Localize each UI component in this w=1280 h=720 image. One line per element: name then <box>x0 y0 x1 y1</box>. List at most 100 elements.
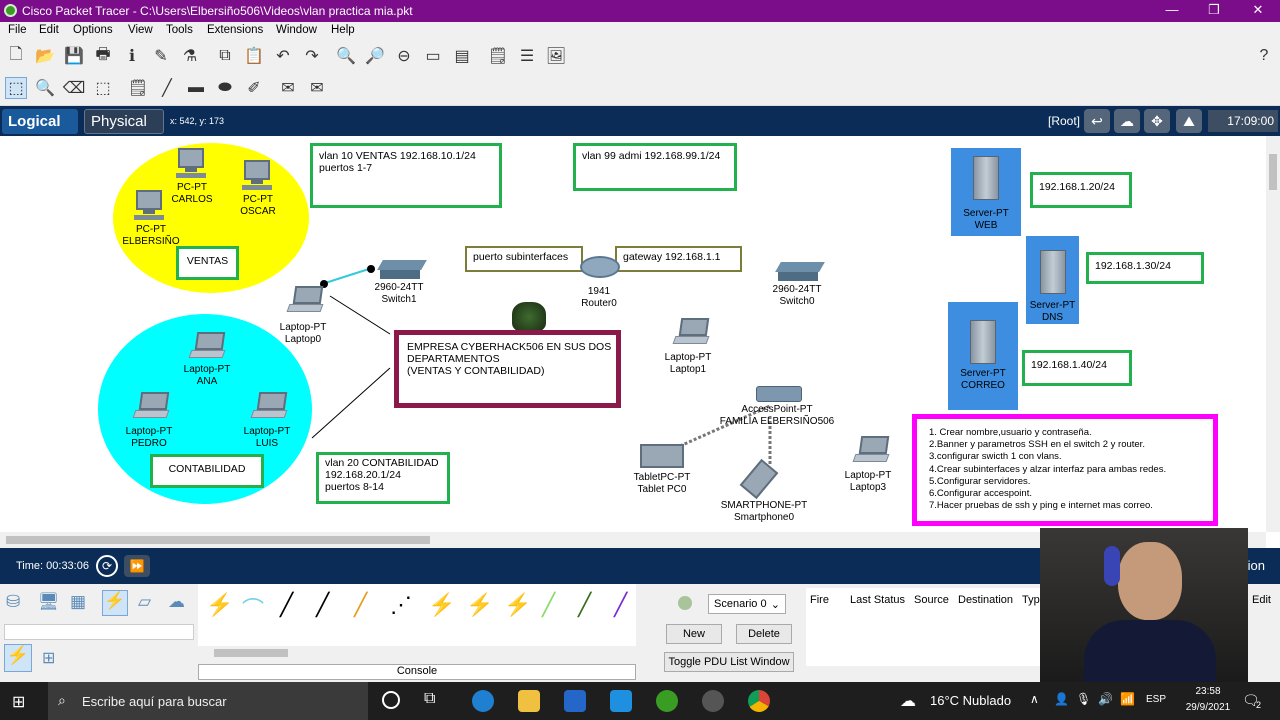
print-icon[interactable]: 🖶 <box>92 45 114 67</box>
iot-cable-icon[interactable]: ╱ <box>578 592 591 618</box>
crossover-cable-icon[interactable]: ╱ <box>316 592 329 618</box>
add-complex-pdu-icon[interactable]: ✉ <box>306 77 328 99</box>
cable-scroll-thumb[interactable] <box>214 649 288 657</box>
connections-icon[interactable]: ⚡ <box>102 590 128 616</box>
delete-scenario-button[interactable]: Delete <box>736 624 792 644</box>
col-destination[interactable]: Destination <box>958 594 1013 606</box>
pc-carlos-icon[interactable] <box>176 148 206 184</box>
person-icon[interactable]: 👤 <box>1054 692 1069 706</box>
draw-ellipse-icon[interactable]: ⬬ <box>214 77 236 99</box>
menu-tools[interactable]: Tools <box>166 24 193 36</box>
info-icon[interactable]: ℹ <box>121 45 143 67</box>
tray-chevron-icon[interactable]: ∧ <box>1030 692 1039 706</box>
move-icon[interactable]: ✥ <box>1144 109 1170 133</box>
weather-text[interactable]: 16°C Nublado <box>930 693 1011 708</box>
inspect-icon[interactable]: 🔍 <box>34 77 56 99</box>
custom-devices-icon[interactable]: ▤ <box>451 45 473 67</box>
edge-icon[interactable] <box>472 690 494 712</box>
logical-workspace[interactable]: PC-PT CARLOS PC-PT OSCAR PC-PT ELBERSIÑO… <box>0 136 1266 532</box>
help-icon[interactable]: ? <box>1253 45 1275 67</box>
col-last-status[interactable]: Last Status <box>850 594 905 606</box>
back-icon[interactable]: ↩ <box>1084 109 1110 133</box>
pc-oscar-icon[interactable] <box>242 160 272 196</box>
tab-physical[interactable]: Physical <box>84 109 164 134</box>
laptop1-icon[interactable] <box>672 318 710 346</box>
windows-start-icon[interactable]: ⊞ <box>12 692 25 712</box>
taskbar-time[interactable]: 23:58 <box>1186 686 1230 697</box>
notes-icon[interactable]: 🗒 <box>487 45 509 67</box>
fiber-cable-icon[interactable]: ╱ <box>354 592 367 618</box>
obs-icon[interactable] <box>702 690 724 712</box>
chrome-icon[interactable] <box>748 690 770 712</box>
company-note[interactable]: EMPRESA CYBERHACK506 EN SUS DOS DEPARTAM… <box>394 330 621 408</box>
col-type[interactable]: Typ <box>1022 594 1040 606</box>
switch0-icon[interactable] <box>775 262 825 282</box>
ip-correo-note[interactable]: 192.168.1.40/24 <box>1022 350 1132 386</box>
usb-cable-icon[interactable]: ╱ <box>614 592 627 618</box>
store-icon[interactable] <box>564 690 586 712</box>
drawing-palette-icon[interactable]: ▭ <box>422 45 444 67</box>
tab-logical[interactable]: Logical <box>2 109 78 134</box>
phone-cable-icon[interactable]: ⋰ <box>390 592 412 618</box>
redo-icon[interactable]: ↷ <box>301 45 323 67</box>
toggle-pdu-list-button[interactable]: Toggle PDU List Window <box>664 652 794 672</box>
device-search[interactable] <box>4 624 194 640</box>
server-web-panel[interactable]: Server-PT WEB <box>951 148 1021 236</box>
resize-shape-icon[interactable]: ⬚ <box>92 77 114 99</box>
menu-edit[interactable]: Edit <box>39 24 59 36</box>
vlan99-note[interactable]: vlan 99 admi 192.168.99.1/24 <box>573 143 737 191</box>
weather-icon[interactable]: ☁ <box>900 691 916 711</box>
horizontal-scroll-thumb[interactable] <box>6 536 430 544</box>
taskbar-date[interactable]: 29/9/2021 <box>1180 702 1236 713</box>
menu-view[interactable]: View <box>128 24 153 36</box>
vlan10-note[interactable]: vlan 10 VENTAS 192.168.10.1/24 puertos 1… <box>310 143 502 208</box>
server-dns-panel[interactable]: Server-PT DNS <box>1026 236 1079 324</box>
server-correo-panel[interactable]: Server-PT CORREO <box>948 302 1018 410</box>
open-folder-icon[interactable]: 📂 <box>34 45 56 67</box>
laptop-luis-icon[interactable] <box>250 392 288 420</box>
maximize-button[interactable]: ❐ <box>1192 2 1236 20</box>
undo-icon[interactable]: ↶ <box>272 45 294 67</box>
auto-connection-icon[interactable]: ⚡ <box>4 644 32 672</box>
laptop0-icon[interactable] <box>286 286 324 314</box>
cortana-icon[interactable] <box>382 691 400 709</box>
coaxial-cable-icon[interactable]: ⚡ <box>428 592 455 618</box>
ip-dns-note[interactable]: 192.168.1.30/24 <box>1086 252 1204 284</box>
add-simple-pdu-icon[interactable]: ✉ <box>277 77 299 99</box>
language-indicator[interactable]: ESP <box>1146 694 1166 705</box>
auto-cable-icon[interactable]: ⚡ <box>206 592 233 618</box>
vertical-scroll-thumb[interactable] <box>1269 154 1277 190</box>
console-cable-icon[interactable]: ⌒ <box>242 592 264 624</box>
cable-scrollbar[interactable] <box>198 646 636 660</box>
activity-wizard-icon[interactable]: ⚗ <box>179 45 201 67</box>
select-icon[interactable]: ⬚ <box>5 77 27 99</box>
network-devices-icon[interactable]: ⛁ <box>6 592 20 612</box>
vlan20-note[interactable]: vlan 20 CONTABILIDAD 192.168.20.1/24 pue… <box>316 452 450 504</box>
col-source[interactable]: Source <box>914 594 949 606</box>
serial-dte-icon[interactable]: ⚡ <box>504 592 531 618</box>
menu-options[interactable]: Options <box>73 24 113 36</box>
laptop3-icon[interactable] <box>852 436 890 464</box>
wizard-icon[interactable]: ✎ <box>150 45 172 67</box>
menu-file[interactable]: File <box>8 24 27 36</box>
fast-forward-icon[interactable]: ⏩ <box>124 555 150 577</box>
power-cycle-icon[interactable]: ⟳ <box>96 555 118 577</box>
scenario-select[interactable]: Scenario 0 ⌄ <box>708 594 786 614</box>
gateway-note[interactable]: gateway 192.168.1.1 <box>615 246 742 272</box>
connection-grid-icon[interactable]: ⊞ <box>42 648 55 668</box>
octal-cable-icon[interactable]: ╱ <box>542 592 555 618</box>
new-file-icon[interactable]: 🗋 <box>5 45 27 67</box>
delete-icon[interactable]: ⌫ <box>63 77 86 99</box>
packet-tracer-taskbar-icon[interactable] <box>656 690 678 712</box>
viewport-icon[interactable]: ⛰ <box>1176 109 1202 133</box>
multiuser-icon[interactable]: ☁ <box>168 592 185 612</box>
router0-icon[interactable] <box>580 256 620 278</box>
volume-icon[interactable]: 🔊 <box>1098 692 1113 706</box>
taskbar-search[interactable]: ⌕ Escribe aquí para buscar <box>48 682 368 720</box>
console-label[interactable]: Console <box>198 664 636 680</box>
tasks-note[interactable]: 1. Crear nombre,usuario y contraseña. 2.… <box>912 414 1218 526</box>
laptop-pedro-icon[interactable] <box>132 392 170 420</box>
task-view-icon[interactable]: ⧉ <box>424 690 435 708</box>
save-icon[interactable]: 💾 <box>63 45 85 67</box>
subinterfaces-note[interactable]: puerto subinterfaces <box>465 246 583 272</box>
